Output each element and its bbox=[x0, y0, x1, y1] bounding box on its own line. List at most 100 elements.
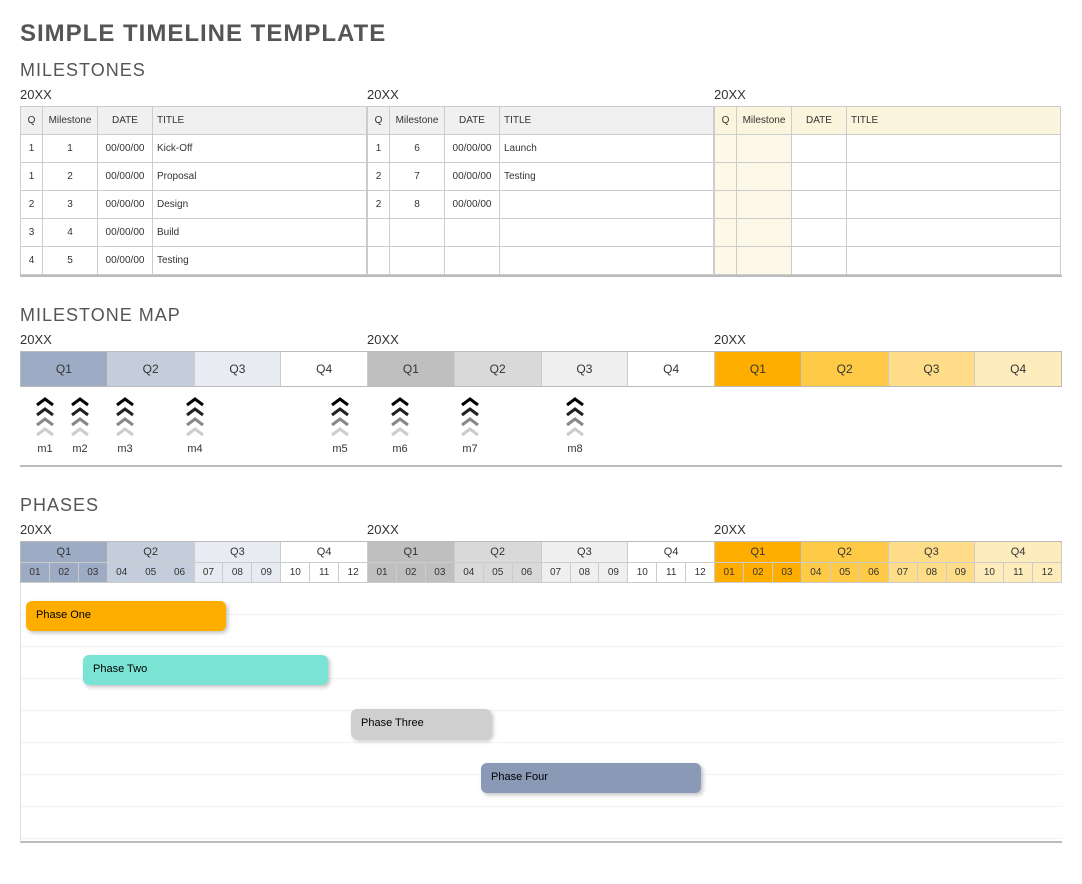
chevron-up-icon bbox=[460, 407, 480, 417]
phase-month-cell: 05 bbox=[831, 563, 860, 583]
cell-m: 4 bbox=[43, 219, 98, 247]
phase-month-cell: 04 bbox=[802, 563, 831, 583]
cell-q: 1 bbox=[368, 135, 390, 163]
phase-month-cell: 01 bbox=[21, 563, 50, 583]
cell-m bbox=[737, 219, 792, 247]
col-header-t: TITLE bbox=[500, 107, 714, 135]
phase-month-cell: 01 bbox=[368, 563, 397, 583]
phase-month-cell: 02 bbox=[50, 563, 79, 583]
cell-d: 00/00/00 bbox=[98, 191, 153, 219]
cell-t bbox=[500, 191, 714, 219]
chevron-up-icon bbox=[115, 397, 135, 407]
chevron-up-icon bbox=[460, 397, 480, 407]
phase-bar: Phase One bbox=[26, 601, 226, 631]
milestone-arrow-icon: m8 bbox=[565, 397, 585, 455]
cell-t bbox=[847, 219, 1061, 247]
section-milestones: MILESTONES bbox=[20, 60, 1062, 81]
chevron-up-icon bbox=[185, 417, 205, 427]
phase-quarter-cell: Q3 bbox=[195, 542, 282, 563]
cell-t: Testing bbox=[153, 247, 367, 275]
cell-m bbox=[737, 135, 792, 163]
milestone-table-0: QMilestoneDATETITLE1100/00/00Kick-Off120… bbox=[20, 106, 367, 275]
milestones-tables: QMilestoneDATETITLE1100/00/00Kick-Off120… bbox=[20, 106, 1062, 277]
col-header-q: Q bbox=[21, 107, 43, 135]
phase-month-cell: 06 bbox=[860, 563, 889, 583]
chevron-up-icon bbox=[35, 417, 55, 427]
cell-d: 00/00/00 bbox=[98, 219, 153, 247]
map-quarter-cell: Q2 bbox=[108, 352, 195, 386]
chevron-up-icon bbox=[565, 427, 585, 437]
chevron-up-icon bbox=[35, 407, 55, 417]
phase-month-cell: 01 bbox=[715, 563, 744, 583]
phase-month-cell: 02 bbox=[397, 563, 426, 583]
col-header-m: Milestone bbox=[390, 107, 445, 135]
milestone-arrow-label: m8 bbox=[567, 443, 582, 455]
milestone-arrow-label: m6 bbox=[392, 443, 407, 455]
cell-t bbox=[847, 191, 1061, 219]
phase-month-cell: 03 bbox=[426, 563, 455, 583]
map-quarter-cell: Q3 bbox=[542, 352, 629, 386]
cell-q: 2 bbox=[368, 191, 390, 219]
table-row bbox=[715, 219, 1061, 247]
chevron-up-icon bbox=[185, 397, 205, 407]
phase-month-cell: 12 bbox=[1033, 563, 1062, 583]
phase-quarter-cell: Q1 bbox=[368, 542, 455, 563]
phase-month-cell: 06 bbox=[513, 563, 542, 583]
col-header-q: Q bbox=[368, 107, 390, 135]
phase-month-header: 0102030405060708091011120102030405060708… bbox=[20, 563, 1062, 583]
table-row bbox=[715, 135, 1061, 163]
cell-q bbox=[715, 247, 737, 275]
milestone-arrow-icon: m1 bbox=[35, 397, 55, 455]
cell-m: 3 bbox=[43, 191, 98, 219]
chevron-up-icon bbox=[390, 427, 410, 437]
map-quarter-cell: Q1 bbox=[368, 352, 455, 386]
cell-d: 00/00/00 bbox=[98, 135, 153, 163]
phase-bar: Phase Two bbox=[83, 655, 328, 685]
phase-month-cell: 03 bbox=[79, 563, 108, 583]
phase-month-cell: 09 bbox=[599, 563, 628, 583]
phase-quarter-cell: Q4 bbox=[628, 542, 715, 563]
milestone-arrow-icon: m2 bbox=[70, 397, 90, 455]
phase-month-cell: 08 bbox=[223, 563, 252, 583]
col-header-m: Milestone bbox=[43, 107, 98, 135]
phase-month-cell: 12 bbox=[686, 563, 715, 583]
table-row: 2700/00/00Testing bbox=[368, 163, 714, 191]
chevron-up-icon bbox=[565, 407, 585, 417]
phase-month-cell: 07 bbox=[195, 563, 224, 583]
map-year-1: 20XX bbox=[367, 332, 714, 347]
cell-t bbox=[847, 163, 1061, 191]
chevron-up-icon bbox=[70, 407, 90, 417]
chevron-up-icon bbox=[565, 417, 585, 427]
phase-quarter-cell: Q3 bbox=[542, 542, 629, 563]
table-row bbox=[368, 247, 714, 275]
cell-q: 3 bbox=[21, 219, 43, 247]
cell-d: 00/00/00 bbox=[445, 163, 500, 191]
phase-month-cell: 10 bbox=[281, 563, 310, 583]
col-header-d: DATE bbox=[792, 107, 847, 135]
table-row: 1100/00/00Kick-Off bbox=[21, 135, 367, 163]
cell-t: Launch bbox=[500, 135, 714, 163]
cell-t bbox=[847, 135, 1061, 163]
chevron-up-icon bbox=[115, 417, 135, 427]
milestone-arrow-icon: m4 bbox=[185, 397, 205, 455]
phase-quarter-cell: Q1 bbox=[21, 542, 108, 563]
cell-d: 00/00/00 bbox=[445, 135, 500, 163]
table-row: 4500/00/00Testing bbox=[21, 247, 367, 275]
phase-month-cell: 12 bbox=[339, 563, 368, 583]
phase-quarter-cell: Q1 bbox=[715, 542, 802, 563]
col-header-d: DATE bbox=[445, 107, 500, 135]
col-header-t: TITLE bbox=[153, 107, 367, 135]
cell-d bbox=[445, 219, 500, 247]
cell-m: 7 bbox=[390, 163, 445, 191]
col-header-d: DATE bbox=[98, 107, 153, 135]
milestone-arrow-label: m3 bbox=[117, 443, 132, 455]
cell-m: 5 bbox=[43, 247, 98, 275]
cell-m bbox=[390, 219, 445, 247]
table-row bbox=[715, 163, 1061, 191]
cell-m bbox=[737, 191, 792, 219]
chevron-up-icon bbox=[35, 397, 55, 407]
map-quarter-cell: Q2 bbox=[802, 352, 889, 386]
table-row: 3400/00/00Build bbox=[21, 219, 367, 247]
phase-quarter-header: Q1Q2Q3Q4Q1Q2Q3Q4Q1Q2Q3Q4 bbox=[20, 541, 1062, 563]
cell-d bbox=[445, 247, 500, 275]
